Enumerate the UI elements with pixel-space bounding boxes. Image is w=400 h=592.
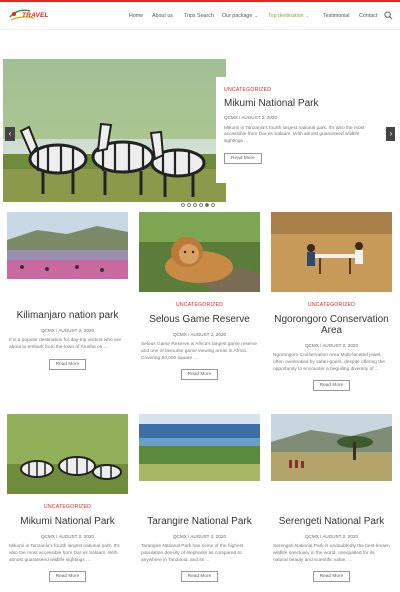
card-body: Serengeti National Park QCMX / AUGUST 2,… (271, 516, 392, 583)
nav-about-us[interactable]: About us (152, 13, 173, 19)
nav-testimonial[interactable]: Testimonial (323, 13, 350, 19)
card-body: Kilimanjaro nation park QCMX / AUGUST 2,… (7, 310, 128, 370)
card-title[interactable]: Serengeti National Park (271, 516, 392, 527)
nav-trips-search[interactable]: Trips Search (184, 13, 214, 19)
card-title[interactable]: Kilimanjaro nation park (7, 310, 128, 321)
card-excerpt: Ngorongoro Conservation Area Multi-facet… (273, 353, 385, 372)
card-title[interactable]: Mikumi National Park (7, 516, 128, 527)
search-icon[interactable] (384, 11, 393, 20)
card-meta: QCMX / AUGUST 2, 2020 (172, 534, 227, 539)
slide-caption: UNCATEGORIZED Mikumi National Park QCMX … (216, 77, 380, 183)
card-title[interactable]: Tarangire National Park (139, 516, 260, 527)
card-meta: QCMX / AUGUST 2, 2020 (304, 343, 359, 348)
chevron-down-icon: ⌄ (304, 13, 310, 18)
card-excerpt: Mikumi is Tanzania's fourth largest nati… (9, 544, 120, 563)
post-card-mikumi: UNCATEGORIZED Mikumi National Park QCMX … (7, 414, 128, 583)
card-body: Tarangire National Park QCMX / AUGUST 2,… (139, 516, 260, 583)
logo-text: TRAVEL (22, 12, 49, 19)
card-image-ngorongoro[interactable] (271, 212, 392, 292)
slide-excerpt: Mikumi is Tanzania's fourth largest nati… (224, 126, 365, 144)
read-more-button[interactable]: Read More (180, 369, 219, 381)
read-more-button[interactable]: Read More (180, 571, 219, 583)
slide-image-zebras (3, 59, 226, 202)
card-excerpt: It is a popular destination for day trip… (9, 338, 121, 350)
slider-dot[interactable] (187, 203, 191, 207)
card-title[interactable]: Ngorongoro Conservation Area (271, 314, 392, 336)
slide-read-more-button[interactable]: Read More (224, 153, 262, 165)
card-category[interactable]: UNCATEGORIZED (139, 302, 260, 308)
read-more-button[interactable]: Read More (312, 571, 351, 583)
card-category[interactable]: UNCATEGORIZED (7, 504, 128, 510)
nav-home[interactable]: Home (129, 13, 143, 19)
card-excerpt: Selous Game Reserve is Africa's largest … (141, 342, 258, 361)
slide-meta: QCMX / AUGUST 2, 2020 (224, 115, 278, 120)
card-body: UNCATEGORIZED Ngorongoro Conservation Ar… (271, 302, 392, 392)
post-card-ngorongoro: UNCATEGORIZED Ngorongoro Conservation Ar… (271, 212, 392, 392)
card-image-tarangire[interactable] (139, 414, 260, 494)
post-card-selous: UNCATEGORIZED Selous Game Reserve QCMX /… (139, 212, 260, 381)
card-meta: QCMX / AUGUST 2, 2020 (40, 534, 95, 539)
card-image-selous-lion[interactable] (139, 212, 260, 292)
nav-top-destination-label: Top destination (268, 13, 304, 19)
chevron-right-icon[interactable]: › (386, 127, 395, 141)
site-header: TRAVEL Home About us Trips Search Our pa… (0, 2, 400, 30)
card-image-mikumi-zebras[interactable] (7, 414, 128, 494)
slider-dots (181, 203, 215, 208)
read-more-button[interactable]: Read More (312, 380, 351, 392)
post-card-tarangire: Tarangire National Park QCMX / AUGUST 2,… (139, 414, 260, 583)
slider-dot[interactable] (193, 203, 197, 207)
post-card-kilimanjaro: Kilimanjaro nation park QCMX / AUGUST 2,… (7, 212, 128, 370)
card-title[interactable]: Selous Game Reserve (139, 314, 260, 325)
slide-category[interactable]: UNCATEGORIZED (224, 87, 372, 93)
nav-our-package-label: Our package (222, 13, 253, 19)
card-meta: QCMX / AUGUST 2, 2020 (172, 332, 227, 337)
chevron-left-icon[interactable]: ‹ (5, 127, 15, 141)
card-body: UNCATEGORIZED Mikumi National Park QCMX … (7, 504, 128, 583)
slider-dot[interactable] (181, 203, 185, 207)
card-excerpt: Serengeti National Park is undoubtedly t… (273, 544, 390, 563)
site-logo[interactable]: TRAVEL (8, 7, 54, 25)
slider-dot[interactable] (211, 203, 215, 207)
nav-our-package[interactable]: Our package ⌄ (222, 13, 258, 19)
card-body: UNCATEGORIZED Selous Game Reserve QCMX /… (139, 302, 260, 381)
card-image-kilimanjaro[interactable] (7, 212, 128, 292)
post-card-serengeti: Serengeti National Park QCMX / AUGUST 2,… (271, 414, 392, 583)
featured-slider: UNCATEGORIZED Mikumi National Park QCMX … (3, 59, 395, 209)
slide-title[interactable]: Mikumi National Park (224, 98, 372, 109)
read-more-button[interactable]: Read More (48, 571, 87, 583)
card-image-serengeti[interactable] (271, 414, 392, 494)
chevron-down-icon: ⌄ (253, 13, 258, 18)
card-excerpt: Tarangire National Park has some of the … (141, 544, 244, 563)
card-meta: QCMX / AUGUST 2, 2020 (304, 534, 359, 539)
nav-top-destination[interactable]: Top destination ⌄ (268, 13, 309, 19)
read-more-button[interactable]: Read More (48, 358, 87, 370)
nav-contact[interactable]: Contact (359, 13, 377, 19)
slider-dot[interactable] (199, 203, 203, 207)
card-category[interactable]: UNCATEGORIZED (271, 302, 392, 308)
slider-dot-active[interactable] (205, 203, 209, 207)
card-meta: QCMX / AUGUST 2, 2020 (40, 328, 95, 333)
